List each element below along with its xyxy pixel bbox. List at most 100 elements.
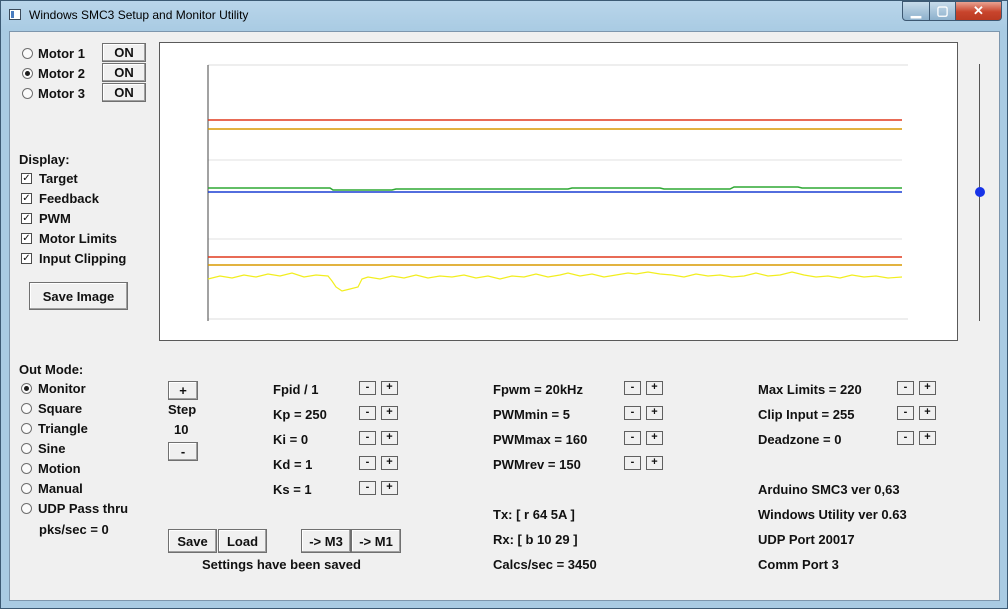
pwmrev-increase-button[interactable]: + bbox=[646, 456, 663, 470]
pwmrev-decrease-button[interactable]: - bbox=[624, 456, 641, 470]
mode-square-label: Square bbox=[38, 401, 83, 416]
fpwm-decrease-button[interactable]: - bbox=[624, 381, 641, 395]
app-icon bbox=[9, 9, 21, 20]
clip-input-label: Clip Input = 255 bbox=[758, 407, 855, 422]
comm-port: Comm Port 3 bbox=[758, 557, 839, 572]
copy-to-m3-button[interactable]: -> M3 bbox=[301, 529, 351, 553]
pwmmax-label: PWMmax = 160 bbox=[493, 432, 588, 447]
clip-input-increase-button[interactable]: + bbox=[919, 406, 936, 420]
save-image-button[interactable]: Save Image bbox=[29, 282, 128, 310]
mode-sine-label: Sine bbox=[38, 441, 66, 456]
display-heading: Display: bbox=[19, 152, 70, 167]
mode-monitor-radio[interactable] bbox=[21, 383, 32, 394]
motor-1-radio[interactable] bbox=[22, 48, 33, 59]
tx-readout: Tx: [ r 64 5A ] bbox=[493, 507, 575, 522]
pwmmax-increase-button[interactable]: + bbox=[646, 431, 663, 445]
max-limits-label: Max Limits = 220 bbox=[758, 382, 862, 397]
packets-per-second: pks/sec = 0 bbox=[39, 522, 109, 537]
arduino-version: Arduino SMC3 ver 0,63 bbox=[758, 482, 900, 497]
app-window: Windows SMC3 Setup and Monitor Utility ▁… bbox=[0, 0, 1008, 609]
fpid-decrease-button[interactable]: - bbox=[359, 381, 376, 395]
motor-1-on-button[interactable]: ON bbox=[102, 43, 146, 62]
feedback-checkbox[interactable]: ✓ bbox=[21, 193, 32, 204]
mode-sine-radio[interactable] bbox=[21, 443, 32, 454]
kp-increase-button[interactable]: + bbox=[381, 406, 398, 420]
out-mode-heading: Out Mode: bbox=[19, 362, 84, 377]
pwm-label: PWM bbox=[39, 211, 71, 226]
motor-limits-label: Motor Limits bbox=[39, 231, 117, 246]
pwmmin-label: PWMmin = 5 bbox=[493, 407, 570, 422]
feedback-trace bbox=[208, 186, 902, 191]
monitor-plot bbox=[159, 42, 958, 341]
window-title: Windows SMC3 Setup and Monitor Utility bbox=[29, 8, 249, 22]
kd-label: Kd = 1 bbox=[273, 457, 313, 472]
motor-3-on-button[interactable]: ON bbox=[102, 83, 146, 102]
mode-triangle-label: Triangle bbox=[38, 421, 88, 436]
deadzone-increase-button[interactable]: + bbox=[919, 431, 936, 445]
motor-3-label: Motor 3 bbox=[38, 86, 85, 101]
maximize-button[interactable]: ▢ bbox=[929, 1, 956, 21]
mode-monitor-label: Monitor bbox=[38, 381, 86, 396]
vertical-slider-thumb[interactable] bbox=[975, 187, 985, 197]
step-label: Step bbox=[168, 402, 197, 417]
ki-increase-button[interactable]: + bbox=[381, 431, 398, 445]
mode-udp-pass-thru-radio[interactable] bbox=[21, 503, 32, 514]
motor-3-radio[interactable] bbox=[22, 88, 33, 99]
deadzone-label: Deadzone = 0 bbox=[758, 432, 842, 447]
pwm-checkbox[interactable]: ✓ bbox=[21, 213, 32, 224]
step-value: 10 bbox=[174, 422, 189, 437]
copy-to-m1-button[interactable]: -> M1 bbox=[351, 529, 401, 553]
motor-2-radio[interactable] bbox=[22, 68, 33, 79]
pwmmax-decrease-button[interactable]: - bbox=[624, 431, 641, 445]
target-checkbox[interactable]: ✓ bbox=[21, 173, 32, 184]
ki-decrease-button[interactable]: - bbox=[359, 431, 376, 445]
input-clipping-checkbox[interactable]: ✓ bbox=[21, 253, 32, 264]
mode-square-radio[interactable] bbox=[21, 403, 32, 414]
target-label: Target bbox=[39, 171, 78, 186]
calcs-per-second: Calcs/sec = 3450 bbox=[493, 557, 597, 572]
kd-decrease-button[interactable]: - bbox=[359, 456, 376, 470]
rx-readout: Rx: [ b 10 29 ] bbox=[493, 532, 578, 547]
max-limits-decrease-button[interactable]: - bbox=[897, 381, 914, 395]
client-area: Motor 1 ON Motor 2 ON Motor 3 ON Display… bbox=[9, 31, 1000, 601]
fpwm-increase-button[interactable]: + bbox=[646, 381, 663, 395]
mode-manual-label: Manual bbox=[38, 481, 83, 496]
motor-limits-checkbox[interactable]: ✓ bbox=[21, 233, 32, 244]
monitor-plot-svg bbox=[207, 64, 908, 321]
ks-increase-button[interactable]: + bbox=[381, 481, 398, 495]
feedback-label: Feedback bbox=[39, 191, 99, 206]
ks-label: Ks = 1 bbox=[273, 482, 312, 497]
status-message: Settings have been saved bbox=[202, 557, 361, 572]
kd-increase-button[interactable]: + bbox=[381, 456, 398, 470]
mode-manual-radio[interactable] bbox=[21, 483, 32, 494]
pwm-trace bbox=[207, 271, 903, 292]
max-limits-increase-button[interactable]: + bbox=[919, 381, 936, 395]
pwmmin-decrease-button[interactable]: - bbox=[624, 406, 641, 420]
input-clipping-label: Input Clipping bbox=[39, 251, 127, 266]
deadzone-decrease-button[interactable]: - bbox=[897, 431, 914, 445]
minimize-button[interactable]: ▁ bbox=[902, 1, 930, 21]
mode-udp-pass-thru-label: UDP Pass thru bbox=[38, 501, 129, 516]
mode-motion-label: Motion bbox=[38, 461, 81, 476]
mode-triangle-radio[interactable] bbox=[21, 423, 32, 434]
load-button[interactable]: Load bbox=[218, 529, 267, 553]
fpid-increase-button[interactable]: + bbox=[381, 381, 398, 395]
motor-2-on-button[interactable]: ON bbox=[102, 63, 146, 82]
ki-label: Ki = 0 bbox=[273, 432, 309, 447]
pwmrev-label: PWMrev = 150 bbox=[493, 457, 581, 472]
motor-2-label: Motor 2 bbox=[38, 66, 85, 81]
udp-port: UDP Port 20017 bbox=[758, 532, 855, 547]
step-increase-button[interactable]: + bbox=[168, 381, 198, 400]
step-decrease-button[interactable]: - bbox=[168, 442, 198, 461]
clip-input-decrease-button[interactable]: - bbox=[897, 406, 914, 420]
title-bar[interactable]: Windows SMC3 Setup and Monitor Utility ▁… bbox=[1, 1, 1007, 31]
mode-motion-radio[interactable] bbox=[21, 463, 32, 474]
kp-decrease-button[interactable]: - bbox=[359, 406, 376, 420]
ks-decrease-button[interactable]: - bbox=[359, 481, 376, 495]
close-button[interactable]: ✕ bbox=[955, 1, 1002, 21]
motor-1-label: Motor 1 bbox=[38, 46, 85, 61]
save-button[interactable]: Save bbox=[168, 529, 217, 553]
pwmmin-increase-button[interactable]: + bbox=[646, 406, 663, 420]
kp-label: Kp = 250 bbox=[273, 407, 327, 422]
utility-version: Windows Utility ver 0.63 bbox=[758, 507, 907, 522]
